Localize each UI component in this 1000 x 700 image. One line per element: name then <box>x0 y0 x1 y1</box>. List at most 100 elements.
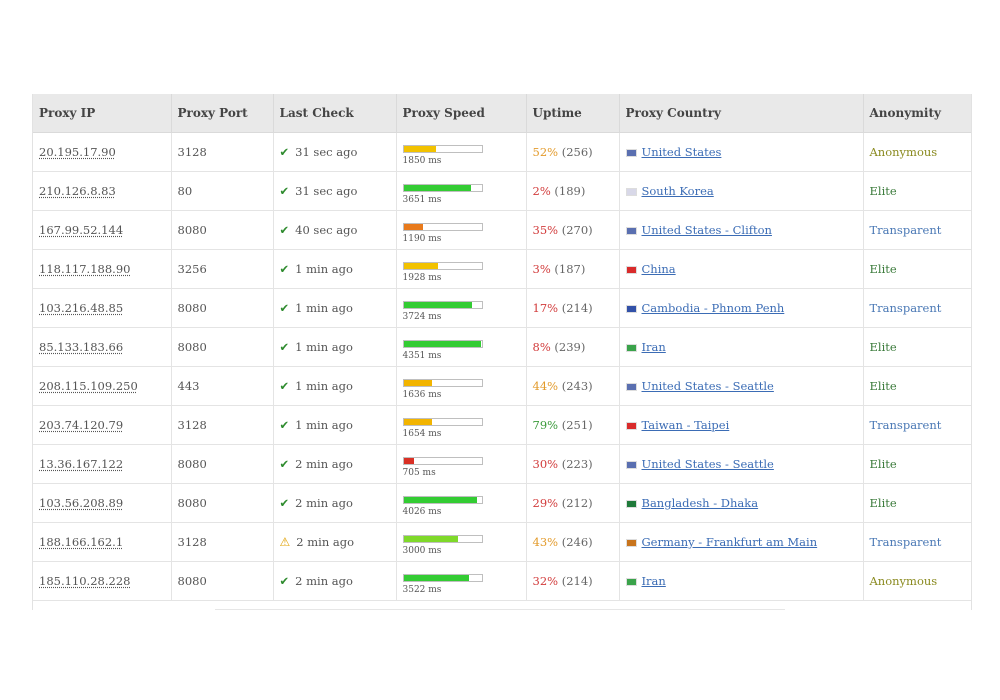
proxy-ip[interactable]: 208.115.109.250 <box>39 379 138 393</box>
country-link[interactable]: China <box>642 262 676 276</box>
proxy-ip[interactable]: 13.36.167.122 <box>39 457 123 471</box>
uptime-percent: 3% <box>532 262 551 276</box>
proxy-ip[interactable]: 167.99.52.144 <box>39 223 123 237</box>
proxy-port-cell: 8080 <box>171 561 274 601</box>
anonymity-cell: Anonymous <box>863 561 971 601</box>
check-icon: ✔ <box>279 223 290 237</box>
speed-bar-fill <box>403 223 423 230</box>
uptime-cell: 35% (270) <box>526 210 620 250</box>
proxy-country-cell: Cambodia - Phnom Penh <box>619 288 864 328</box>
last-check-cell: ✔ 31 sec ago <box>273 171 397 211</box>
speed-bar <box>402 144 483 153</box>
speed-label: 705 ms <box>402 467 436 478</box>
proxy-speed-cell: 1636 ms <box>396 366 527 406</box>
proxy-ip[interactable]: 103.216.48.85 <box>39 301 123 315</box>
proxy-country-cell: United States - Clifton <box>619 210 864 250</box>
country-link[interactable]: Germany - Frankfurt am Main <box>642 535 818 549</box>
speed-bar-fill <box>403 262 438 269</box>
uptime-count: (214) <box>561 574 593 588</box>
proxy-ip-cell: 118.117.188.90 <box>33 249 172 289</box>
proxy-speed-cell: 3724 ms <box>396 288 527 328</box>
proxy-ip[interactable]: 85.133.183.66 <box>39 340 123 354</box>
proxy-ip[interactable]: 203.74.120.79 <box>39 418 123 432</box>
speed-label: 3651 ms <box>402 194 442 205</box>
flag-kh-icon <box>625 305 637 313</box>
header-row: Proxy IP Proxy Port Last Check Proxy Spe… <box>33 94 971 133</box>
speed-bar-fill <box>403 535 459 542</box>
column-header-proxy-country[interactable]: Proxy Country <box>619 94 864 133</box>
country-link[interactable]: Taiwan - Taipei <box>642 418 730 432</box>
anonymity-level: Transparent <box>869 418 942 432</box>
proxy-country-cell: United States - Seattle <box>619 366 864 406</box>
country-link[interactable]: Bangladesh - Dhaka <box>642 496 759 510</box>
column-header-proxy-port[interactable]: Proxy Port <box>171 94 274 133</box>
proxy-ip[interactable]: 185.110.28.228 <box>39 574 130 588</box>
proxy-ip-cell: 208.115.109.250 <box>33 366 172 406</box>
proxy-speed-cell: 705 ms <box>396 444 527 484</box>
speed-bar-fill <box>403 379 433 386</box>
speed-bar <box>402 222 483 231</box>
last-check-cell: ✔ 2 min ago <box>273 483 397 523</box>
country-link[interactable]: South Korea <box>642 184 714 198</box>
country-link[interactable]: Cambodia - Phnom Penh <box>642 301 785 315</box>
proxy-port-cell: 8080 <box>171 483 274 523</box>
proxy-port: 80 <box>177 184 193 198</box>
table-row: 210.126.8.83 80 ✔ 31 sec ago 3651 ms 2% (189)… <box>33 171 971 211</box>
flag-ir-icon <box>625 344 637 352</box>
anonymity-level: Elite <box>869 379 897 393</box>
proxy-port-cell: 8080 <box>171 288 274 328</box>
proxy-ip[interactable]: 210.126.8.83 <box>39 184 116 198</box>
last-check-text: 2 min ago <box>296 535 355 549</box>
uptime-cell: 2% (189) <box>526 171 620 211</box>
last-check-text: 1 min ago <box>295 301 353 315</box>
column-header-proxy-speed[interactable]: Proxy Speed <box>396 94 527 133</box>
check-icon: ✔ <box>279 457 290 471</box>
speed-bar <box>402 456 483 465</box>
proxy-ip-cell: 20.195.17.90 <box>33 132 172 172</box>
uptime-cell: 52% (256) <box>526 132 620 172</box>
proxy-ip-cell: 103.216.48.85 <box>33 288 172 328</box>
country-link[interactable]: Iran <box>642 574 666 588</box>
proxy-ip-cell: 85.133.183.66 <box>33 327 172 367</box>
uptime-percent: 29% <box>532 496 559 510</box>
proxy-port-cell: 3128 <box>171 132 274 172</box>
proxy-port: 8080 <box>177 301 207 315</box>
proxy-country-cell: Germany - Frankfurt am Main <box>619 522 864 562</box>
proxy-ip[interactable]: 20.195.17.90 <box>39 145 116 159</box>
country-link[interactable]: United States - Seattle <box>642 379 774 393</box>
speed-label: 3724 ms <box>402 311 442 322</box>
anonymity-cell: Elite <box>863 249 971 289</box>
proxy-ip-cell: 188.166.162.1 <box>33 522 172 562</box>
proxy-ip[interactable]: 118.117.188.90 <box>39 262 130 276</box>
anonymity-cell: Elite <box>863 327 971 367</box>
uptime-count: (214) <box>561 301 593 315</box>
last-check-text: 40 sec ago <box>295 223 358 237</box>
last-check-text: 31 sec ago <box>295 145 358 159</box>
column-header-anonymity[interactable]: Anonymity <box>863 94 971 133</box>
country-link[interactable]: United States - Seattle <box>642 457 774 471</box>
anonymity-cell: Transparent <box>863 522 971 562</box>
proxy-ip[interactable]: 103.56.208.89 <box>39 496 123 510</box>
last-check-text: 31 sec ago <box>295 184 358 198</box>
anonymity-level: Elite <box>869 496 897 510</box>
proxy-port: 8080 <box>177 340 207 354</box>
country-link[interactable]: United States <box>642 145 722 159</box>
column-header-proxy-ip[interactable]: Proxy IP <box>33 94 172 133</box>
uptime-percent: 30% <box>532 457 559 471</box>
speed-bar-fill <box>403 340 481 347</box>
proxy-port-cell: 3128 <box>171 522 274 562</box>
column-header-uptime[interactable]: Uptime <box>526 94 620 133</box>
country-link[interactable]: United States - Clifton <box>642 223 772 237</box>
uptime-percent: 52% <box>532 145 559 159</box>
proxy-ip[interactable]: 188.166.162.1 <box>39 535 123 549</box>
anonymity-cell: Anonymous <box>863 132 971 172</box>
speed-label: 1928 ms <box>402 272 442 283</box>
warning-icon: ⚠ <box>279 535 291 549</box>
proxy-port: 3256 <box>177 262 207 276</box>
country-link[interactable]: Iran <box>642 340 666 354</box>
table-row: 188.166.162.1 3128 ⚠ 2 min ago 3000 ms 43% (2… <box>33 522 971 562</box>
proxy-country-cell: United States - Seattle <box>619 444 864 484</box>
column-header-last-check[interactable]: Last Check <box>273 94 397 133</box>
uptime-count: (270) <box>561 223 593 237</box>
last-check-text: 2 min ago <box>295 574 353 588</box>
